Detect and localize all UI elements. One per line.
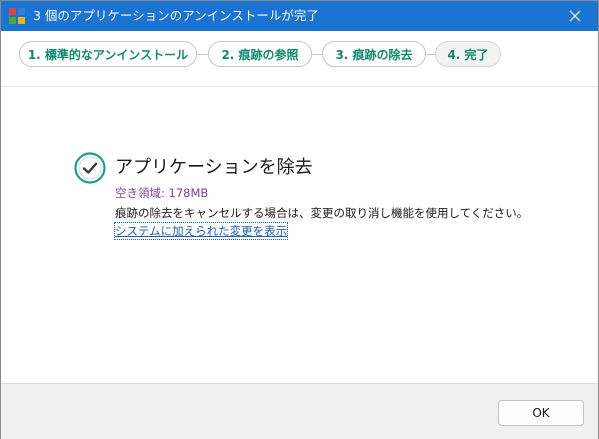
step-complete: 4. 完了 (435, 41, 501, 67)
result-panel: アプリケーションを除去 空き領域: 178MB 痕跡の除去をキャンセルする場合は… (1, 87, 598, 383)
result-heading: アプリケーションを除去 (115, 157, 313, 178)
step-standard-uninstall: 1. 標準的なアンインストール (19, 41, 197, 67)
step-label: 3. 痕跡の除去 (335, 47, 413, 62)
step-connector (312, 54, 322, 55)
step-label: 4. 完了 (447, 47, 489, 62)
close-button[interactable] (552, 1, 598, 31)
wizard-steps: 1. 標準的なアンインストール 2. 痕跡の参照 3. 痕跡の除去 4. 完了 (1, 31, 598, 87)
uninstall-complete-window: 3 個のアプリケーションのアンインストールが完了 1. 標準的なアンインストール… (0, 0, 599, 439)
undo-hint-text: 痕跡の除去をキャンセルする場合は、変更の取り消し機能を使用してください。 (115, 206, 529, 220)
step-connector (426, 54, 435, 55)
show-changes-link[interactable]: システムに加えられた変更を表示 (113, 222, 289, 240)
check-circle-icon (74, 152, 106, 184)
app-icon (9, 8, 25, 24)
step-label: 1. 標準的なアンインストール (27, 47, 189, 62)
step-remove-traces: 3. 痕跡の除去 (322, 41, 426, 67)
close-icon (569, 10, 581, 22)
title-bar[interactable]: 3 個のアプリケーションのアンインストールが完了 (1, 1, 598, 31)
step-connector (197, 54, 208, 55)
step-browse-traces: 2. 痕跡の参照 (208, 41, 312, 67)
ok-button[interactable]: OK (498, 400, 584, 426)
dialog-footer: OK (1, 383, 598, 439)
freed-space-text: 空き領域: 178MB (115, 186, 209, 200)
step-label: 2. 痕跡の参照 (221, 47, 299, 62)
window-title: 3 個のアプリケーションのアンインストールが完了 (33, 8, 319, 23)
